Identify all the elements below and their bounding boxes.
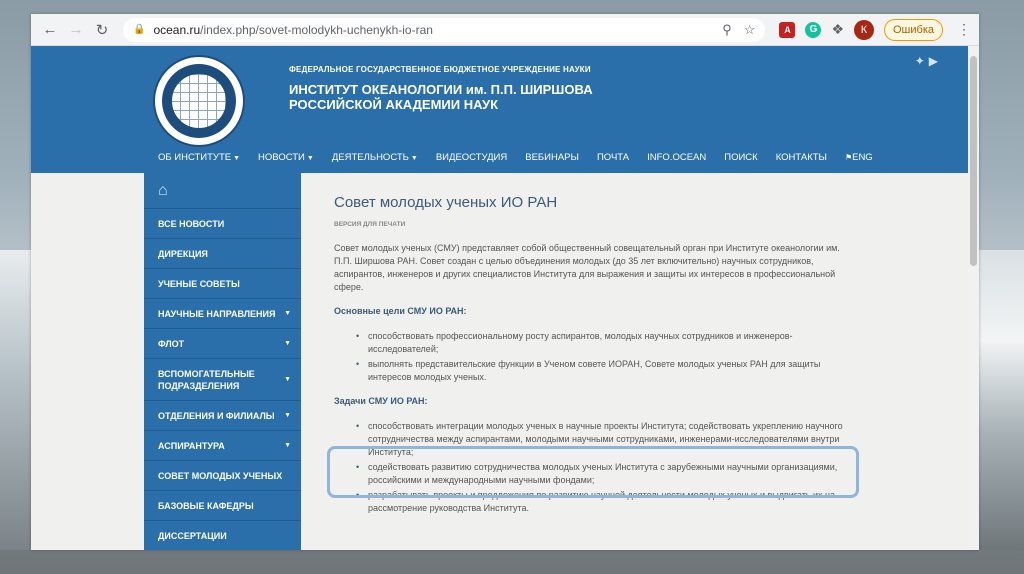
- sidebar-item-label: ДИССЕРТАЦИИ: [158, 530, 227, 541]
- logo-ring: [162, 64, 236, 138]
- grammarly-extension-icon[interactable]: G: [805, 21, 822, 38]
- sidebar-item-label: ФЛОТ: [158, 338, 185, 349]
- nav-about-label: ОБ ИНСТИТУТЕ: [158, 152, 232, 163]
- sidebar: ⌂ ВСЕ НОВОСТИ ДИРЕКЦИЯ УЧЕНЫЕ СОВЕТЫ НАУ…: [144, 173, 301, 550]
- nav-mail[interactable]: ПОЧТА: [588, 152, 638, 163]
- org-title-line1: ИНСТИТУТ ОКЕАНОЛОГИИ им. П.П. ШИРШОВА: [289, 82, 593, 97]
- list-item: способствовать профессиональному росту а…: [356, 330, 854, 356]
- org-title: ИНСТИТУТ ОКЕАНОЛОГИИ им. П.П. ШИРШОВА РО…: [289, 82, 609, 112]
- bookmark-star-icon[interactable]: ☆: [744, 22, 756, 38]
- sidebar-item-young-scientists[interactable]: СОВЕТ МОЛОДЫХ УЧЕНЫХ: [144, 461, 301, 491]
- pdf-extension-icon[interactable]: A: [779, 21, 796, 38]
- nav-news[interactable]: НОВОСТИ ▼: [249, 152, 323, 163]
- sidebar-item-label: УЧЕНЫЕ СОВЕТЫ: [158, 278, 240, 289]
- sidebar-item-label: АСПИРАНТУРА: [158, 440, 225, 451]
- nav-english-label: ENG: [852, 152, 873, 163]
- tasks-heading: Задачи СМУ ИО РАН:: [334, 396, 428, 406]
- highlight-box: [327, 446, 859, 498]
- list-item: выполнять представительские функции в Уч…: [356, 358, 854, 384]
- nav-video-studio[interactable]: ВИДЕОСТУДИЯ: [427, 152, 516, 163]
- profile-avatar[interactable]: К: [854, 19, 874, 40]
- sidebar-item-research-areas[interactable]: НАУЧНЫЕ НАПРАВЛЕНИЯ ▼: [144, 299, 301, 329]
- background-right: [978, 250, 1024, 550]
- sidebar-item-label: СОВЕТ МОЛОДЫХ УЧЕНЫХ: [158, 470, 283, 481]
- page-title: Совет молодых ученых ИО РАН: [334, 194, 558, 211]
- nav-english[interactable]: ⚑ENG: [836, 152, 882, 163]
- caret-down-icon: ▼: [284, 310, 291, 317]
- sidebar-item-label: ОТДЕЛЕНИЯ И ФИЛИАЛЫ: [158, 410, 275, 421]
- goals-list: способствовать профессиональному росту а…: [334, 330, 854, 384]
- sidebar-item-base-departments[interactable]: БАЗОВЫЕ КАФЕДРЫ: [144, 491, 301, 521]
- url-path: /index.php/sovet-molodykh-uchenykh-io-ra…: [200, 22, 433, 37]
- zoom-icon[interactable]: ⚲: [722, 22, 732, 38]
- sidebar-item-auxiliary[interactable]: ВСПОМОГАТЕЛЬНЫЕ ПОДРАЗДЕЛЕНИЯ ▼: [144, 359, 301, 401]
- caret-down-icon: ▼: [284, 340, 291, 347]
- nav-search[interactable]: ПОИСК: [715, 152, 766, 163]
- chevron-down-icon: ▼: [410, 155, 418, 162]
- org-subtitle: ФЕДЕРАЛЬНОЕ ГОСУДАРСТВЕННОЕ БЮДЖЕТНОЕ УЧ…: [289, 65, 591, 74]
- sidebar-item-postgraduate[interactable]: АСПИРАНТУРА ▼: [144, 431, 301, 461]
- main-nav: ОБ ИНСТИТУТЕ ▼ НОВОСТИ ▼ ДЕЯТЕЛЬНОСТЬ ▼ ВИД…: [149, 152, 882, 163]
- site-header: ФЕДЕРАЛЬНОЕ ГОСУДАРСТВЕННОЕ БЮДЖЕТНОЕ УЧ…: [31, 46, 968, 173]
- nav-contacts[interactable]: КОНТАКТЫ: [767, 152, 836, 163]
- sidebar-item-all-news[interactable]: ВСЕ НОВОСТИ: [144, 209, 301, 239]
- sidebar-item-dissertations[interactable]: ДИССЕРТАЦИИ: [144, 521, 301, 550]
- nav-about[interactable]: ОБ ИНСТИТУТЕ ▼: [149, 152, 249, 163]
- org-title-line2: РОССИЙСКОЙ АКАДЕМИИ НАУК: [289, 97, 499, 112]
- chevron-down-icon: ▼: [233, 155, 241, 162]
- nav-info-ocean[interactable]: INFO.OCEAN: [638, 152, 715, 163]
- scrollbar[interactable]: [968, 46, 979, 550]
- sidebar-item-label: ВСПОМОГАТЕЛЬНЫЕ ПОДРАЗДЕЛЕНИЯ: [158, 368, 255, 391]
- error-label: Ошибка: [893, 23, 934, 36]
- twitter-icon[interactable]: ✦: [915, 54, 925, 68]
- browser-toolbar: ← → ↻ 🔒 ocean.ru/index.php/sovet-molodyk…: [31, 14, 979, 46]
- caret-down-icon: ▼: [284, 412, 291, 419]
- sidebar-item-label: ВСЕ НОВОСТИ: [158, 218, 225, 229]
- youtube-icon[interactable]: ▶: [929, 54, 938, 68]
- sidebar-item-directorate[interactable]: ДИРЕКЦИЯ: [144, 239, 301, 269]
- chevron-down-icon: ▼: [306, 155, 314, 162]
- goals-heading: Основные цели СМУ ИО РАН:: [334, 306, 467, 316]
- back-icon[interactable]: ←: [39, 19, 61, 41]
- nav-webinars[interactable]: ВЕБИНАРЫ: [516, 152, 588, 163]
- url-host: ocean.ru: [153, 22, 201, 37]
- background-left: [0, 250, 32, 550]
- address-bar[interactable]: 🔒 ocean.ru/index.php/sovet-molodykh-uche…: [123, 17, 766, 42]
- extensions-puzzle-icon[interactable]: ❖: [831, 21, 844, 38]
- home-icon[interactable]: ⌂: [144, 173, 301, 209]
- browser-window: ← → ↻ 🔒 ocean.ru/index.php/sovet-molodyk…: [31, 14, 979, 550]
- reload-icon[interactable]: ↻: [91, 19, 113, 41]
- intro-paragraph: Совет молодых ученых (СМУ) представляет …: [334, 243, 840, 292]
- forward-icon[interactable]: →: [65, 19, 87, 41]
- error-button[interactable]: Ошибка: [884, 18, 943, 41]
- nav-news-label: НОВОСТИ: [258, 152, 305, 163]
- menu-dots-icon[interactable]: ⋮: [957, 21, 971, 38]
- sidebar-item-fleet[interactable]: ФЛОТ ▼: [144, 329, 301, 359]
- scroll-thumb[interactable]: [970, 56, 977, 266]
- web-page: ФЕДЕРАЛЬНОЕ ГОСУДАРСТВЕННОЕ БЮДЖЕТНОЕ УЧ…: [31, 46, 968, 550]
- sidebar-item-councils[interactable]: УЧЕНЫЕ СОВЕТЫ: [144, 269, 301, 299]
- globe-ship-icon: [171, 73, 227, 129]
- print-version-link[interactable]: ВЕРСИЯ ДЛЯ ПЕЧАТИ: [334, 221, 854, 228]
- caret-down-icon: ▼: [284, 375, 291, 383]
- sidebar-item-label: НАУЧНЫЕ НАПРАВЛЕНИЯ: [158, 308, 276, 319]
- sidebar-item-branches[interactable]: ОТДЕЛЕНИЯ И ФИЛИАЛЫ ▼: [144, 401, 301, 431]
- institute-logo[interactable]: [153, 55, 245, 147]
- lock-icon: 🔒: [133, 24, 146, 35]
- sidebar-item-label: БАЗОВЫЕ КАФЕДРЫ: [158, 500, 254, 511]
- sidebar-item-label: ДИРЕКЦИЯ: [158, 248, 208, 259]
- caret-down-icon: ▼: [284, 442, 291, 449]
- social-links: ✦ ▶: [915, 54, 938, 68]
- nav-activity[interactable]: ДЕЯТЕЛЬНОСТЬ ▼: [323, 152, 427, 163]
- nav-activity-label: ДЕЯТЕЛЬНОСТЬ: [331, 152, 409, 163]
